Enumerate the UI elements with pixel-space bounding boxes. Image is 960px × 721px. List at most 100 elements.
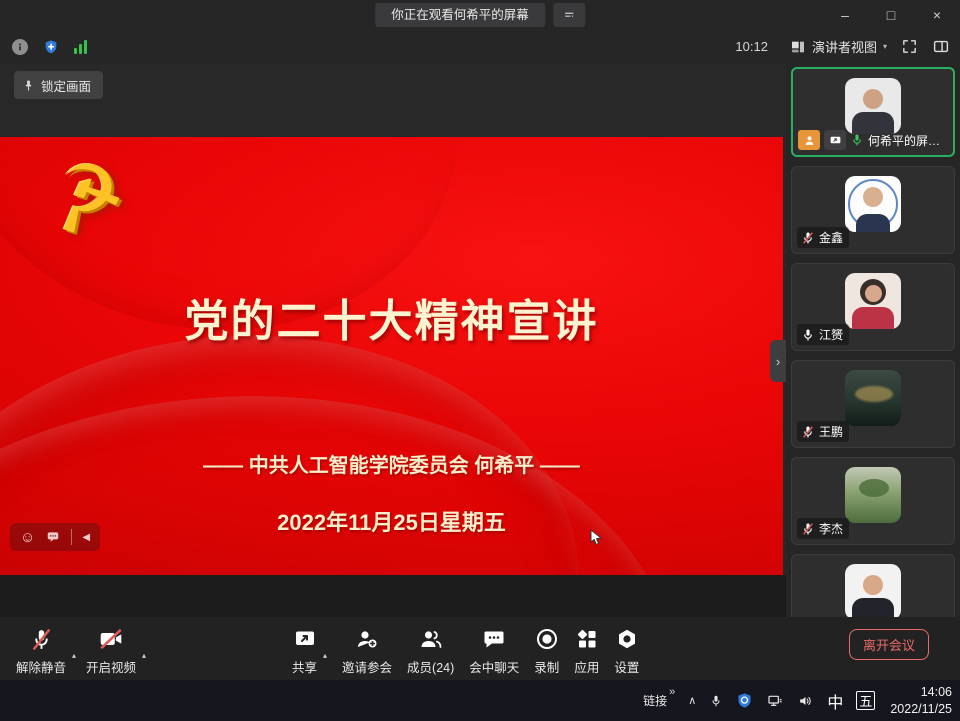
tray-expand-icon[interactable]: ∧	[688, 694, 696, 707]
participants-sidebar: 何希平的屏幕... 金鑫	[786, 63, 960, 617]
reaction-bar: ☺ ◀	[10, 523, 100, 551]
chat-button[interactable]: 会中聊天	[469, 626, 519, 676]
minimize-button[interactable]: –	[822, 0, 868, 30]
share-screen-button[interactable]: 共享	[292, 626, 317, 676]
ime-language-indicator[interactable]: 中	[827, 689, 843, 713]
participant-tile-jiangyun[interactable]: 江赟	[791, 263, 955, 351]
settings-label: 设置	[614, 657, 639, 676]
lock-view-label: 锁定画面	[41, 76, 91, 95]
close-button[interactable]: ×	[914, 0, 960, 30]
ime-mode-indicator[interactable]: 五	[856, 691, 875, 710]
taskbar-time: 14:06	[921, 684, 952, 700]
tray-mic-icon[interactable]	[709, 693, 723, 709]
chat-bubble-icon	[482, 626, 506, 652]
invite-button[interactable]: 邀请参会	[342, 626, 392, 676]
participant-tile-partial[interactable]	[791, 554, 955, 617]
stage-letterbox	[0, 575, 786, 617]
share-options-caret[interactable]: ▴	[323, 651, 327, 660]
participant-tile-hexiping[interactable]: 何希平的屏幕...	[791, 67, 955, 157]
hamburger-icon	[562, 8, 576, 22]
apps-grid-icon	[575, 626, 599, 652]
meeting-toolbar: 解除静音 ▴ 开启视频 ▴ 共享 ▴	[0, 617, 960, 680]
participant-name: 李杰	[819, 520, 843, 537]
tray-speaker-icon[interactable]	[797, 693, 814, 709]
mic-muted-icon	[801, 522, 815, 536]
mic-on-icon	[801, 328, 815, 342]
avatar	[845, 78, 901, 134]
party-emblem-icon: ☭	[37, 145, 137, 251]
mic-muted-icon	[29, 626, 54, 652]
slide-subtitle: —— 中共人工智能学院委员会 何希平 ——	[0, 449, 783, 478]
apps-label: 应用	[574, 657, 599, 676]
start-video-label: 开启视频	[86, 657, 136, 676]
meeting-info-icon[interactable]	[12, 39, 28, 55]
taskbar-link-item[interactable]: 链接 »	[643, 692, 675, 709]
record-icon	[535, 626, 559, 652]
collapse-left-icon[interactable]: ◀	[82, 532, 90, 543]
leave-meeting-button[interactable]: 离开会议	[849, 629, 929, 660]
host-badge-icon	[798, 130, 820, 150]
members-label: 成员(24)	[407, 657, 454, 676]
sidebar-layout-icon[interactable]	[932, 38, 950, 55]
mic-options-caret[interactable]: ▴	[72, 651, 76, 660]
security-shield-icon[interactable]	[43, 39, 59, 55]
fullscreen-icon[interactable]	[901, 38, 918, 55]
emoji-reaction-button[interactable]: ☺	[20, 530, 35, 545]
settings-button[interactable]: 设置	[614, 626, 639, 676]
participant-tile-jinxin[interactable]: 金鑫	[791, 166, 955, 254]
invite-label: 邀请参会	[342, 657, 392, 676]
divider	[71, 529, 72, 545]
people-icon	[419, 626, 443, 652]
participant-tile-lijie[interactable]: 李杰	[791, 457, 955, 545]
slide-title: 党的二十大精神宣讲	[0, 285, 783, 349]
unmute-button[interactable]: 解除静音	[16, 626, 66, 676]
view-mode-dropdown[interactable]: 演讲者视图 ▾	[790, 37, 887, 56]
avatar	[845, 273, 901, 329]
watching-title: 你正在观看何希平的屏幕	[375, 3, 545, 27]
tray-shield-icon[interactable]	[736, 692, 753, 709]
settings-gear-icon	[615, 626, 639, 652]
sidebar-collapse-handle[interactable]: ›	[770, 340, 786, 382]
mic-on-icon	[850, 133, 864, 147]
avatar	[845, 176, 901, 232]
screen-share-badge-icon	[824, 130, 846, 150]
title-menu-button[interactable]	[553, 3, 585, 27]
taskbar-date: 2022/11/25	[890, 701, 952, 717]
participant-name: 江赟	[819, 326, 843, 343]
video-options-caret[interactable]: ▴	[142, 651, 146, 660]
tray-network-icon[interactable]	[766, 693, 784, 709]
record-label: 录制	[534, 657, 559, 676]
windows-taskbar: 链接 » ∧ 中 五 14:06 2022/11/25	[0, 680, 960, 721]
share-screen-label: 共享	[292, 657, 317, 676]
chevron-right-icon: ›	[776, 354, 780, 369]
network-signal-icon[interactable]	[74, 40, 87, 54]
camera-off-icon	[98, 626, 124, 652]
avatar	[845, 370, 901, 426]
record-button[interactable]: 录制	[534, 626, 559, 676]
avatar	[845, 467, 901, 523]
taskbar-clock[interactable]: 14:06 2022/11/25	[890, 684, 952, 717]
participant-tile-wangpeng[interactable]: 王鹏	[791, 360, 955, 448]
view-mode-label: 演讲者视图	[812, 37, 877, 56]
apps-button[interactable]: 应用	[574, 626, 599, 676]
lock-view-button[interactable]: 锁定画面	[14, 71, 103, 99]
presentation-slide: ☭ 党的二十大精神宣讲 —— 中共人工智能学院委员会 何希平 —— 2022年1…	[0, 137, 783, 575]
start-video-button[interactable]: 开启视频	[86, 626, 136, 676]
participant-name: 王鹏	[819, 423, 843, 440]
pin-icon	[22, 79, 35, 92]
mic-muted-icon	[801, 231, 815, 245]
meeting-timer: 10:12	[735, 39, 768, 54]
slide-date: 2022年11月25日星期五	[0, 505, 783, 537]
share-screen-icon	[293, 626, 317, 652]
participant-name: 金鑫	[819, 229, 843, 246]
shared-screen-stage: 锁定画面 ☭ 党的二十大精神宣讲 —— 中共人工智能学院委员会 何希平 —— 2…	[0, 63, 786, 617]
person-plus-icon	[355, 626, 379, 652]
participant-name: 何希平的屏幕...	[868, 132, 948, 149]
link-label: 链接	[643, 692, 667, 709]
maximize-button[interactable]: □	[868, 0, 914, 30]
mouse-cursor	[588, 529, 604, 547]
chat-label: 会中聊天	[469, 657, 519, 676]
chevron-down-icon: ▾	[883, 42, 887, 51]
chat-bubble-button[interactable]	[45, 530, 61, 544]
members-button[interactable]: 成员(24)	[407, 626, 454, 676]
